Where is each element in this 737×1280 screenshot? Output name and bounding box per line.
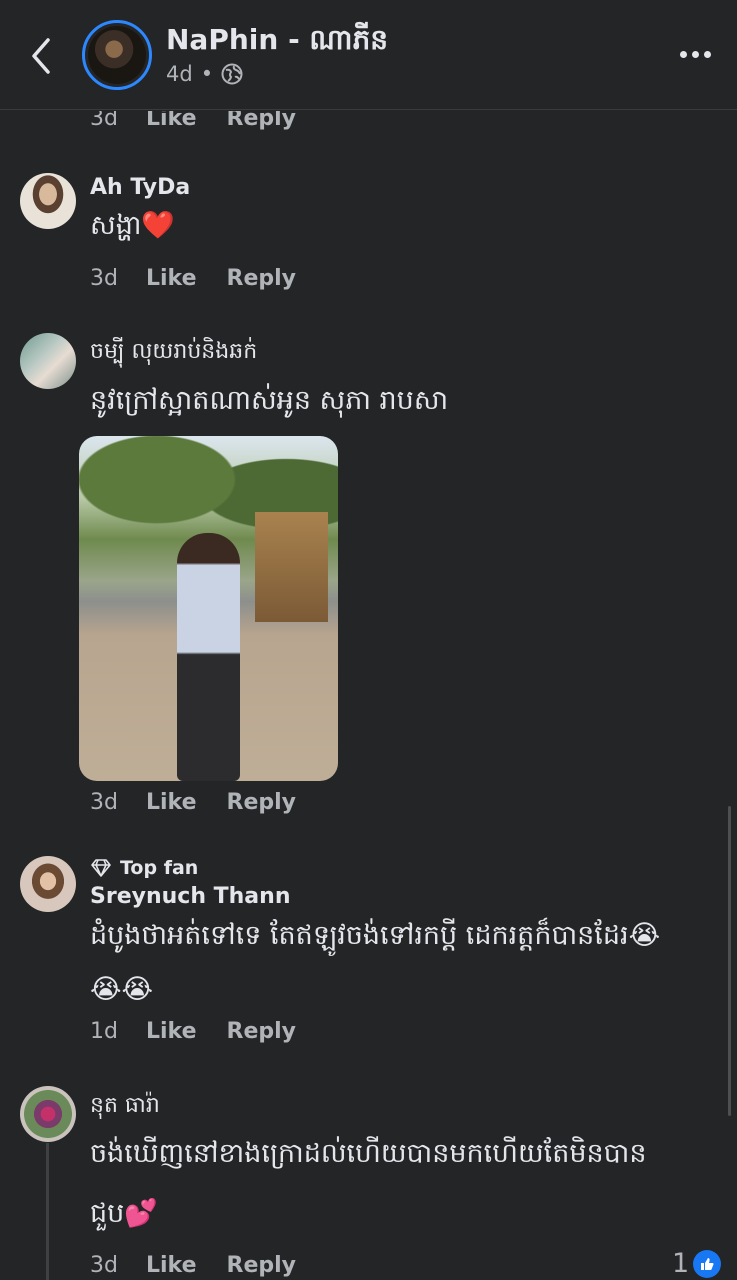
top-fan-label: Top fan <box>120 857 199 879</box>
commenter-name[interactable]: នុត ធារ៉ា <box>90 1091 160 1123</box>
reply-button[interactable]: Reply <box>227 790 297 815</box>
reaction-summary[interactable]: 1 <box>672 1248 722 1279</box>
avatar[interactable] <box>20 1086 76 1142</box>
comment-actions: 3d Like Reply <box>90 1253 326 1278</box>
comment-text-line-2: 😭😭 <box>90 974 154 1005</box>
reply-button[interactable]: Reply <box>227 1253 297 1278</box>
like-button[interactable]: Like <box>146 1019 197 1044</box>
post-time: 4d <box>166 62 193 86</box>
diamond-icon <box>91 859 111 877</box>
reply-button[interactable]: Reply <box>227 1019 297 1044</box>
comment-time: 3d <box>90 790 118 815</box>
scrollbar[interactable] <box>728 806 731 1116</box>
chevron-left-icon[interactable] <box>24 36 58 76</box>
comment-time: 3d <box>90 1253 118 1278</box>
comment-time: 3d <box>90 266 118 291</box>
page-avatar[interactable] <box>82 20 152 90</box>
like-button[interactable]: Like <box>146 790 197 815</box>
comment-text-line-1: ដំបូងថាអត់ទៅទេ តែឥឡូវចង់ទៅរកប្ដី ដេករត្ត… <box>90 920 661 951</box>
post-meta: 4d • <box>166 62 243 86</box>
comment-time: 1d <box>90 1019 118 1044</box>
page-name[interactable]: NaPhin - ណាភីន <box>166 22 388 63</box>
comment-text: នូវក្រៅស្អាតណាស់អូន សុភា រាបសា <box>90 385 449 416</box>
like-reaction-icon <box>693 1249 722 1278</box>
meta-separator: • <box>200 62 214 86</box>
reply-button[interactable]: Reply <box>227 266 297 291</box>
commenter-name[interactable]: ចម្ប៉ី លុយរាប់និងឆក់ <box>90 337 257 369</box>
comment-time: 3d <box>90 111 118 131</box>
avatar[interactable] <box>20 856 76 912</box>
globe-icon <box>221 63 243 85</box>
comment-photo[interactable] <box>79 436 338 781</box>
comment-text-line-2: ជួប💕 <box>90 1198 158 1229</box>
post-header: NaPhin - ណាភីន 4d • <box>0 0 737 110</box>
avatar[interactable] <box>20 333 76 389</box>
reply-thread-line <box>46 1143 49 1280</box>
like-button[interactable]: Like <box>146 266 197 291</box>
top-fan-badge: Top fan <box>90 857 198 879</box>
comment-actions: 3d Like Reply <box>90 111 326 131</box>
comment-actions: 3d Like Reply <box>90 790 326 815</box>
comment-actions: 1d Like Reply <box>90 1019 326 1044</box>
comment-text: សង្ហា❤️ <box>90 210 176 241</box>
reaction-count: 1 <box>672 1248 690 1279</box>
comment-text-line-1: ចង់ឃើញនៅខាងក្រោដល់ហើយបានមកហើយតែមិនបាន <box>90 1138 647 1169</box>
comments-list: 3d Like Reply Ah TyDa សង្ហា❤️ 3d Like Re… <box>0 111 737 1280</box>
like-button[interactable]: Like <box>146 1253 197 1278</box>
comment-actions: 3d Like Reply <box>90 266 326 291</box>
avatar[interactable] <box>20 173 76 229</box>
reply-button[interactable]: Reply <box>227 111 297 131</box>
more-dots-icon[interactable] <box>676 40 716 70</box>
like-button[interactable]: Like <box>146 111 197 131</box>
